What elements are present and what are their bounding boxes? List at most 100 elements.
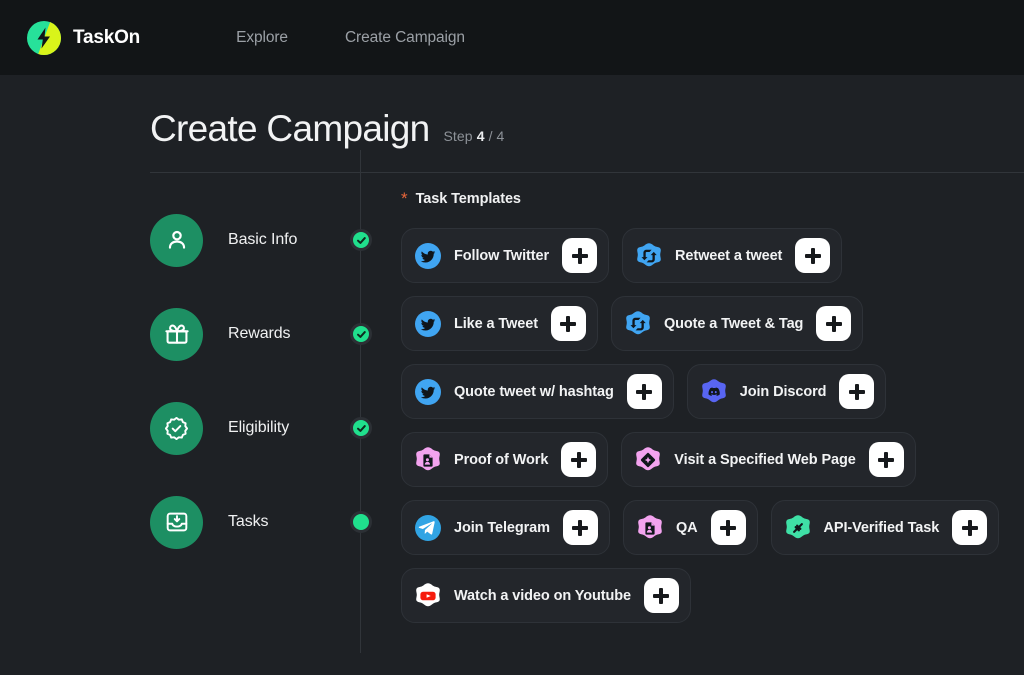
add-task-button[interactable] (710, 510, 746, 545)
plus-icon (961, 519, 978, 536)
task-template-row: Join Telegram QA API-Verified Task (401, 500, 1024, 555)
top-navbar: TaskOn Explore Create Campaign (0, 0, 1024, 75)
task-templates-header: * Task Templates (401, 189, 1024, 208)
task-template-quote-a-tweet-and-tag[interactable]: Quote a Tweet & Tag (610, 296, 864, 351)
task-template-follow-twitter[interactable]: Follow Twitter (401, 228, 609, 283)
task-template-join-telegram[interactable]: Join Telegram (401, 500, 610, 555)
task-template-label: Retweet a tweet (675, 247, 783, 264)
task-template-retweet-a-tweet[interactable]: Retweet a tweet (622, 228, 843, 283)
task-template-label: Follow Twitter (454, 247, 549, 264)
task-template-like-a-tweet[interactable]: Like a Tweet (401, 296, 598, 351)
add-task-button[interactable] (795, 238, 831, 273)
plug-icon (783, 513, 813, 543)
add-task-button[interactable] (550, 306, 586, 341)
task-template-join-discord[interactable]: Join Discord (686, 364, 887, 419)
task-template-qa[interactable]: QA (622, 500, 758, 555)
step-status-badge-complete (350, 417, 372, 439)
twitter-icon (413, 309, 443, 339)
plus-icon (653, 587, 670, 604)
taskon-bolt-logo-icon (26, 20, 62, 56)
task-template-label: Proof of Work (454, 451, 549, 468)
plus-icon (804, 247, 821, 264)
nav-link-explore[interactable]: Explore (236, 29, 288, 47)
sidebar-item-label: Eligibility (228, 419, 290, 436)
twitter-icon (413, 377, 443, 407)
plus-icon (878, 451, 895, 468)
stepper-sidebar: Basic Info Rewards Eligibility Tasks (0, 150, 372, 653)
plus-icon (572, 519, 589, 536)
task-template-row: Proof of Work Visit a Specified Web Page (401, 432, 1024, 487)
task-template-label: Join Discord (739, 383, 827, 400)
retweet-icon (634, 241, 664, 271)
task-template-label: API-Verified Task (823, 519, 940, 536)
plus-icon (636, 383, 653, 400)
task-template-watch-a-video-on-youtube[interactable]: Watch a video on Youtube (401, 568, 691, 623)
add-task-button[interactable] (561, 442, 597, 477)
task-template-label: Quote a Tweet & Tag (663, 315, 804, 332)
task-template-api-verified-task[interactable]: API-Verified Task (770, 500, 1000, 555)
sidebar-item-eligibility[interactable]: Eligibility (150, 381, 372, 475)
sidebar-item-label: Tasks (228, 513, 269, 530)
task-template-row: Watch a video on Youtube (401, 568, 1024, 623)
add-task-button[interactable] (868, 442, 904, 477)
task-templates-title: Task Templates (415, 191, 521, 207)
task-template-quote-tweet-with-hashtag[interactable]: Quote tweet w/ hashtag (401, 364, 674, 419)
main-content: Basic Info Rewards Eligibility Tasks * T… (0, 150, 1024, 653)
task-template-label: Join Telegram (454, 519, 550, 536)
task-template-label: Visit a Specified Web Page (674, 451, 856, 468)
task-template-label: Like a Tweet (454, 315, 538, 332)
plus-icon (571, 247, 588, 264)
inbox-icon (150, 495, 203, 549)
plus-icon (570, 451, 587, 468)
vertical-divider (360, 150, 361, 653)
step-status-badge-complete (350, 229, 372, 251)
plus-icon (560, 315, 577, 332)
brand[interactable]: TaskOn (26, 20, 140, 56)
task-template-visit-a-specified-web-page[interactable]: Visit a Specified Web Page (621, 432, 916, 487)
step-status-badge-current (350, 511, 372, 533)
add-task-button[interactable] (562, 510, 598, 545)
plus-icon (848, 383, 865, 400)
task-templates-panel: * Task Templates Follow Twitter Retweet … (360, 150, 1024, 653)
sidebar-item-label: Rewards (228, 325, 291, 342)
plus-icon (825, 315, 842, 332)
sidebar-item-label: Basic Info (228, 231, 298, 248)
sidebar-item-basic-info[interactable]: Basic Info (150, 193, 372, 287)
sidebar-item-tasks[interactable]: Tasks (150, 475, 372, 569)
step-total: / 4 (488, 128, 505, 144)
compass-icon (633, 445, 663, 475)
step-indicator: Step 4 / 4 (443, 128, 504, 144)
add-task-button[interactable] (643, 578, 679, 613)
task-template-row: Quote tweet w/ hashtag Join Discord (401, 364, 1024, 419)
youtube-icon (413, 581, 443, 611)
task-template-row: Follow Twitter Retweet a tweet (401, 228, 1024, 283)
step-current: 4 (476, 128, 485, 144)
discord-icon (699, 377, 729, 407)
badge-check-icon (150, 401, 203, 455)
task-template-label: QA (675, 519, 698, 536)
gift-icon (150, 307, 203, 361)
task-template-label: Watch a video on Youtube (454, 587, 631, 604)
nav-links: Explore Create Campaign (236, 29, 465, 47)
task-template-label: Quote tweet w/ hashtag (454, 383, 614, 400)
task-template-row: Like a Tweet Quote a Tweet & Tag (401, 296, 1024, 351)
add-task-button[interactable] (626, 374, 662, 409)
step-status-badge-complete (350, 323, 372, 345)
sidebar-item-rewards[interactable]: Rewards (150, 287, 372, 381)
retweet-icon (623, 309, 653, 339)
nav-link-create-campaign[interactable]: Create Campaign (345, 29, 465, 47)
add-task-button[interactable] (839, 374, 875, 409)
add-task-button[interactable] (816, 306, 852, 341)
required-asterisk-icon: * (401, 189, 408, 208)
twitter-icon (413, 241, 443, 271)
page-title: Create Campaign (150, 108, 430, 149)
document-icon (635, 513, 665, 543)
task-template-list: Follow Twitter Retweet a tweet Like a Tw… (401, 228, 1024, 623)
step-word: Step (443, 128, 473, 144)
telegram-icon (413, 513, 443, 543)
task-template-proof-of-work[interactable]: Proof of Work (401, 432, 609, 487)
user-icon (150, 213, 203, 267)
add-task-button[interactable] (952, 510, 988, 545)
document-icon (413, 445, 443, 475)
add-task-button[interactable] (562, 238, 597, 273)
